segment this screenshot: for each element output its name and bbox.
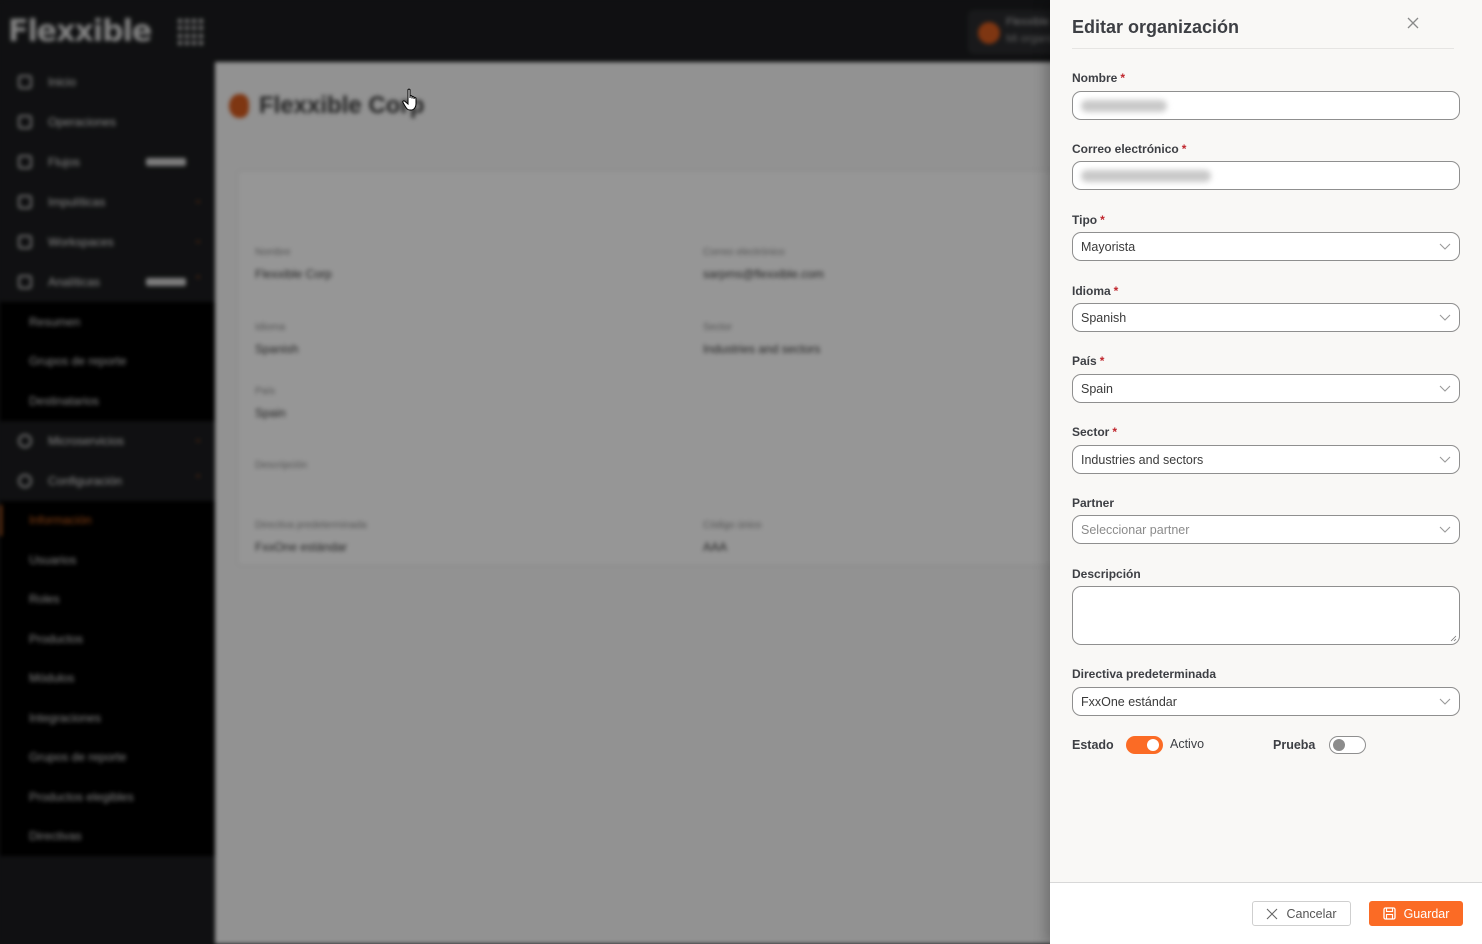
directive-select[interactable]: FxxOne estándar	[1072, 687, 1460, 716]
required-mark: *	[1181, 142, 1187, 156]
name-label: Nombre *	[1072, 71, 1125, 85]
description-textarea[interactable]	[1072, 586, 1460, 645]
save-button[interactable]: Guardar	[1369, 901, 1463, 926]
title-divider	[1072, 48, 1454, 49]
close-icon	[1407, 17, 1419, 29]
trial-label: Prueba	[1273, 738, 1316, 752]
chevron-down-icon	[1439, 456, 1451, 463]
edit-organization-drawer: Editar organización Nombre * Correo elect…	[1050, 0, 1482, 944]
email-input[interactable]	[1072, 161, 1460, 190]
toggle-knob	[1333, 739, 1345, 751]
required-mark: *	[1113, 284, 1119, 298]
redacted-value	[1081, 99, 1167, 112]
sector-label: Sector *	[1072, 425, 1117, 439]
sector-select[interactable]: Industries and sectors	[1072, 445, 1460, 474]
country-select[interactable]: Spain	[1072, 374, 1460, 403]
cancel-label: Cancelar	[1286, 906, 1337, 921]
language-value: Spanish	[1081, 310, 1127, 325]
required-mark: *	[1100, 213, 1105, 227]
drawer-footer: Cancelar Guardar	[1050, 883, 1482, 944]
status-trial-row: Estado Activo Prueba	[1050, 735, 1440, 755]
drawer-title: Editar organización	[1072, 17, 1240, 37]
country-value: Spain	[1081, 381, 1113, 396]
sector-value: Industries and sectors	[1081, 452, 1204, 467]
chevron-down-icon	[1439, 385, 1451, 392]
trial-toggle[interactable]	[1329, 736, 1366, 754]
hand-pointer-cursor-icon	[402, 88, 417, 111]
language-select[interactable]: Spanish	[1072, 303, 1460, 332]
close-icon	[1267, 908, 1278, 919]
close-button[interactable]	[1404, 14, 1422, 32]
type-select[interactable]: Mayorista	[1072, 232, 1460, 261]
chevron-down-icon	[1439, 314, 1451, 321]
directive-label: Directiva predeterminada	[1072, 667, 1216, 681]
required-mark: *	[1112, 425, 1118, 439]
label-text: Directiva predeterminada	[1072, 667, 1217, 681]
label-text: Idioma	[1072, 284, 1111, 298]
save-icon	[1382, 907, 1396, 920]
label-text: Tipo	[1072, 213, 1098, 227]
required-mark: *	[1120, 71, 1126, 85]
name-input[interactable]	[1072, 91, 1460, 120]
country-label: País *	[1072, 354, 1104, 368]
chevron-down-icon	[1439, 698, 1451, 705]
label-text: Nombre	[1072, 71, 1118, 85]
description-label: Descripción	[1072, 567, 1141, 581]
status-text: Activo	[1170, 737, 1205, 751]
label-text: Correo electrónico	[1072, 142, 1179, 156]
status-toggle[interactable]	[1126, 736, 1163, 754]
label-text: País	[1072, 354, 1097, 368]
partner-placeholder: Seleccionar partner	[1081, 522, 1190, 537]
redacted-value	[1081, 169, 1211, 182]
language-label: Idioma *	[1072, 284, 1118, 298]
label-text: Partner	[1072, 496, 1115, 510]
status-label: Estado	[1072, 738, 1114, 752]
type-value: Mayorista	[1081, 239, 1136, 254]
cancel-button[interactable]: Cancelar	[1252, 901, 1351, 926]
chevron-down-icon	[1439, 526, 1451, 533]
partner-select[interactable]: Seleccionar partner	[1072, 515, 1460, 544]
chevron-down-icon	[1439, 243, 1451, 250]
save-label: Guardar	[1403, 906, 1450, 921]
resize-handle-icon[interactable]	[1449, 634, 1457, 642]
partner-label: Partner	[1072, 496, 1114, 510]
required-mark: *	[1099, 354, 1105, 368]
label-text: Sector	[1072, 425, 1110, 439]
toggle-knob	[1147, 739, 1159, 751]
email-label: Correo electrónico *	[1072, 142, 1186, 156]
label-text: Descripción	[1072, 567, 1141, 581]
type-label: Tipo *	[1072, 213, 1105, 227]
directive-value: FxxOne estándar	[1081, 694, 1177, 709]
